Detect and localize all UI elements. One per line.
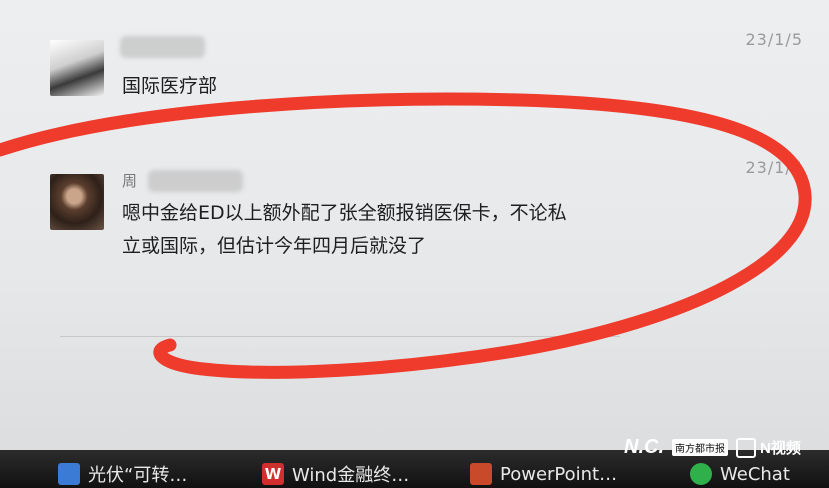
taskbar-item-wind[interactable]: W Wind金融终…: [262, 460, 409, 488]
wind-icon: W: [262, 463, 284, 485]
video-logo-icon: [736, 437, 756, 458]
watermark: N.C. 南方都市报 N视频: [624, 436, 801, 459]
taskbar-item-app[interactable]: 光伏“可转…: [58, 460, 187, 488]
taskbar-item-label: 光伏“可转…: [88, 465, 188, 486]
taskbar-item-wechat[interactable]: WeChat: [690, 460, 790, 488]
powerpoint-icon: [470, 463, 492, 485]
taskbar-item-label: PowerPoint…: [500, 463, 618, 485]
taskbar-item-label: Wind金融终…: [292, 465, 410, 486]
watermark-logo: N.C.: [624, 436, 664, 458]
app-icon: [58, 463, 80, 485]
watermark-video-label: N视频: [760, 440, 801, 457]
taskbar-item-label: WeChat: [720, 463, 790, 485]
watermark-brand: 南方都市报: [672, 439, 728, 456]
wechat-icon: [690, 463, 712, 485]
watermark-video: N视频: [736, 437, 801, 458]
taskbar-item-powerpoint[interactable]: PowerPoint…: [470, 460, 617, 488]
red-circle-annotation: [0, 92, 812, 379]
